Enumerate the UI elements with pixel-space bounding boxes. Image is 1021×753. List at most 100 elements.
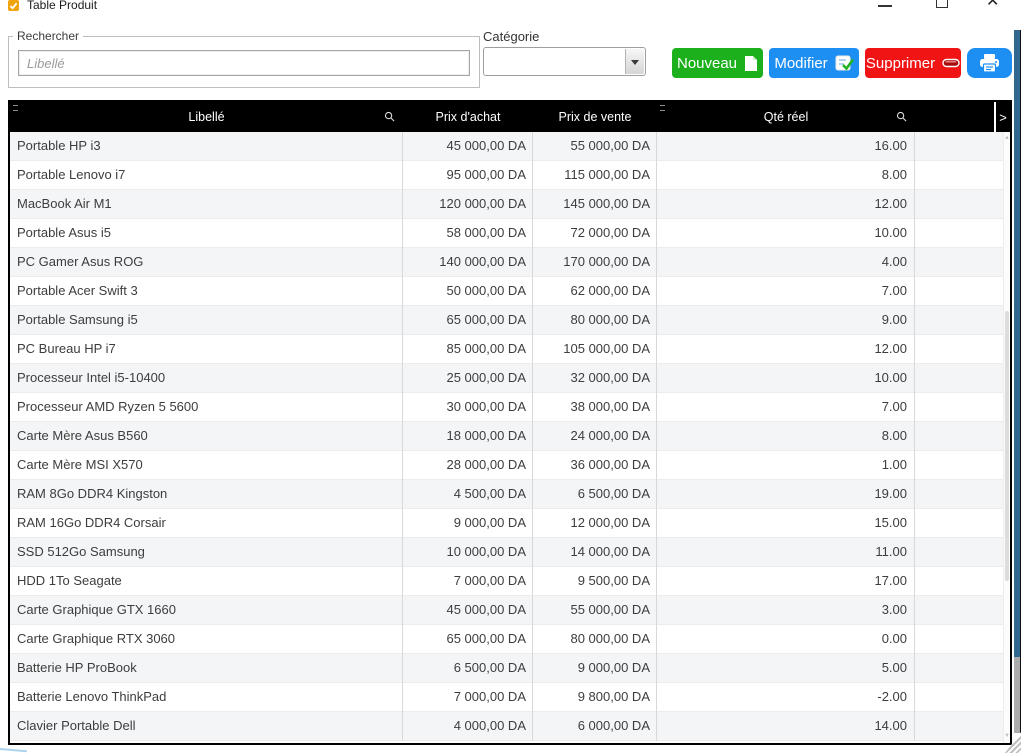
- column-header-libelle[interactable]: Libellé: [10, 102, 403, 132]
- cell-prix-achat: 4 500,00 DA: [403, 480, 533, 509]
- table-row[interactable]: Carte Graphique GTX 1660 45 000,00 DA 55…: [10, 596, 1003, 625]
- table-row[interactable]: Carte Mère Asus B560 18 000,00 DA 24 000…: [10, 422, 1003, 451]
- table-row[interactable]: Processeur Intel i5-10400 25 000,00 DA 3…: [10, 364, 1003, 393]
- search-icon[interactable]: [384, 111, 395, 122]
- cell-qte-reel: -2.00: [657, 683, 915, 712]
- cell-prix-achat: 25 000,00 DA: [403, 364, 533, 393]
- cell-libelle: SSD 512Go Samsung: [10, 538, 403, 567]
- modifier-button[interactable]: Modifier: [769, 48, 859, 78]
- nouveau-button[interactable]: Nouveau: [672, 48, 763, 78]
- table-row[interactable]: Batterie HP ProBook 6 500,00 DA 9 000,00…: [10, 654, 1003, 683]
- maximize-button[interactable]: [936, 0, 948, 8]
- table-row[interactable]: Carte Graphique RTX 3060 65 000,00 DA 80…: [10, 625, 1003, 654]
- cell-libelle: Clavier Portable Dell: [10, 712, 403, 741]
- cell-prix-achat: 10 000,00 DA: [403, 538, 533, 567]
- app-window: Table Produit ✕ Rechercher Catégorie Nou…: [0, 0, 1021, 753]
- table-row[interactable]: Portable HP i3 45 000,00 DA 55 000,00 DA…: [10, 132, 1003, 161]
- cell-prix-vente: 6 500,00 DA: [533, 480, 657, 509]
- cell-filler: [915, 248, 1003, 277]
- table-row[interactable]: Batterie Lenovo ThinkPad 7 000,00 DA 9 8…: [10, 683, 1003, 712]
- checklist-icon: [835, 55, 854, 72]
- table-row[interactable]: Portable Samsung i5 65 000,00 DA 80 000,…: [10, 306, 1003, 335]
- cell-prix-vente: 170 000,00 DA: [533, 248, 657, 277]
- cell-qte-reel: 19.00: [657, 480, 915, 509]
- cell-prix-achat: 65 000,00 DA: [403, 306, 533, 335]
- cell-prix-vente: 80 000,00 DA: [533, 306, 657, 335]
- title-bar[interactable]: Table Produit ✕: [0, 0, 1021, 14]
- close-button[interactable]: ✕: [986, 0, 999, 12]
- cell-libelle: HDD 1To Seagate: [10, 567, 403, 596]
- minus-pill-icon: [942, 58, 960, 68]
- cell-qte-reel: 7.00: [657, 277, 915, 306]
- cell-prix-achat: 30 000,00 DA: [403, 393, 533, 422]
- supprimer-button[interactable]: Supprimer: [865, 48, 961, 78]
- scroll-up-icon[interactable]: ▲: [1004, 135, 1010, 141]
- cell-prix-vente: 14 000,00 DA: [533, 538, 657, 567]
- cell-filler: [915, 538, 1003, 567]
- cell-filler: [915, 683, 1003, 712]
- cell-filler: [915, 161, 1003, 190]
- column-header-qte-reel[interactable]: Qté réel: [657, 102, 915, 132]
- table-row[interactable]: SSD 512Go Samsung 10 000,00 DA 14 000,00…: [10, 538, 1003, 567]
- table-body: Portable HP i3 45 000,00 DA 55 000,00 DA…: [10, 132, 1010, 743]
- table-row[interactable]: MacBook Air M1 120 000,00 DA 145 000,00 …: [10, 190, 1003, 219]
- cell-prix-vente: 24 000,00 DA: [533, 422, 657, 451]
- cell-prix-vente: 72 000,00 DA: [533, 219, 657, 248]
- vertical-scrollbar[interactable]: ▲ ▼: [1003, 132, 1010, 743]
- cell-libelle: Processeur AMD Ryzen 5 5600: [10, 393, 403, 422]
- column-header-prix-achat[interactable]: Prix d'achat: [403, 102, 533, 132]
- cell-prix-achat: 140 000,00 DA: [403, 248, 533, 277]
- cell-prix-vente: 9 800,00 DA: [533, 683, 657, 712]
- supprimer-button-label: Supprimer: [866, 55, 935, 72]
- table-row[interactable]: Portable Lenovo i7 95 000,00 DA 115 000,…: [10, 161, 1003, 190]
- new-document-icon: [744, 55, 758, 72]
- search-input[interactable]: [18, 50, 470, 76]
- category-combobox[interactable]: [483, 47, 646, 76]
- cell-filler: [915, 219, 1003, 248]
- table-row[interactable]: Portable Acer Swift 3 50 000,00 DA 62 00…: [10, 277, 1003, 306]
- cell-qte-reel: 5.00: [657, 654, 915, 683]
- cell-prix-vente: 55 000,00 DA: [533, 596, 657, 625]
- table-row[interactable]: HDD 1To Seagate 7 000,00 DA 9 500,00 DA …: [10, 567, 1003, 596]
- cell-libelle: Carte Mère Asus B560: [10, 422, 403, 451]
- table-row[interactable]: Processeur AMD Ryzen 5 5600 30 000,00 DA…: [10, 393, 1003, 422]
- next-column-button[interactable]: >: [994, 102, 1010, 132]
- cell-qte-reel: 11.00: [657, 538, 915, 567]
- column-header-prix-vente[interactable]: Prix de vente: [533, 102, 657, 132]
- scrollbar-thumb[interactable]: [1005, 311, 1009, 581]
- cell-qte-reel: 9.00: [657, 306, 915, 335]
- table-row[interactable]: PC Gamer Asus ROG 140 000,00 DA 170 000,…: [10, 248, 1003, 277]
- cell-libelle: Carte Graphique GTX 1660: [10, 596, 403, 625]
- cell-prix-achat: 65 000,00 DA: [403, 625, 533, 654]
- cell-libelle: Carte Graphique RTX 3060: [10, 625, 403, 654]
- table-row[interactable]: RAM 8Go DDR4 Kingston 4 500,00 DA 6 500,…: [10, 480, 1003, 509]
- table-row[interactable]: RAM 16Go DDR4 Corsair 9 000,00 DA 12 000…: [10, 509, 1003, 538]
- table-row[interactable]: Clavier Portable Dell 4 000,00 DA 6 000,…: [10, 712, 1003, 741]
- cell-prix-achat: 120 000,00 DA: [403, 190, 533, 219]
- search-icon[interactable]: [896, 111, 907, 122]
- cell-prix-achat: 6 500,00 DA: [403, 654, 533, 683]
- cell-qte-reel: 1.00: [657, 451, 915, 480]
- cell-filler: [915, 393, 1003, 422]
- cell-qte-reel: 7.00: [657, 393, 915, 422]
- table-row[interactable]: Portable Asus i5 58 000,00 DA 72 000,00 …: [10, 219, 1003, 248]
- table-row[interactable]: Carte Mère MSI X570 28 000,00 DA 36 000,…: [10, 451, 1003, 480]
- cell-prix-achat: 28 000,00 DA: [403, 451, 533, 480]
- cell-prix-achat: 95 000,00 DA: [403, 161, 533, 190]
- combobox-dropdown-button[interactable]: [625, 49, 644, 74]
- cell-qte-reel: 8.00: [657, 422, 915, 451]
- column-header-label: Libellé: [188, 110, 224, 124]
- print-button[interactable]: [967, 48, 1012, 78]
- column-header-label: Prix d'achat: [436, 110, 501, 124]
- cell-libelle: RAM 8Go DDR4 Kingston: [10, 480, 403, 509]
- cell-prix-achat: 45 000,00 DA: [403, 596, 533, 625]
- scroll-down-icon[interactable]: ▼: [1004, 733, 1010, 739]
- cell-filler: [915, 625, 1003, 654]
- nouveau-button-label: Nouveau: [677, 55, 737, 72]
- cell-libelle: RAM 16Go DDR4 Corsair: [10, 509, 403, 538]
- table-row[interactable]: PC Bureau HP i7 85 000,00 DA 105 000,00 …: [10, 335, 1003, 364]
- product-table: Libellé Prix d'achat Prix de vente Qté r…: [8, 100, 1012, 745]
- right-edge-scroll-strip: [1014, 657, 1021, 733]
- minimize-button[interactable]: [878, 5, 892, 7]
- search-groupbox: Rechercher: [8, 36, 480, 88]
